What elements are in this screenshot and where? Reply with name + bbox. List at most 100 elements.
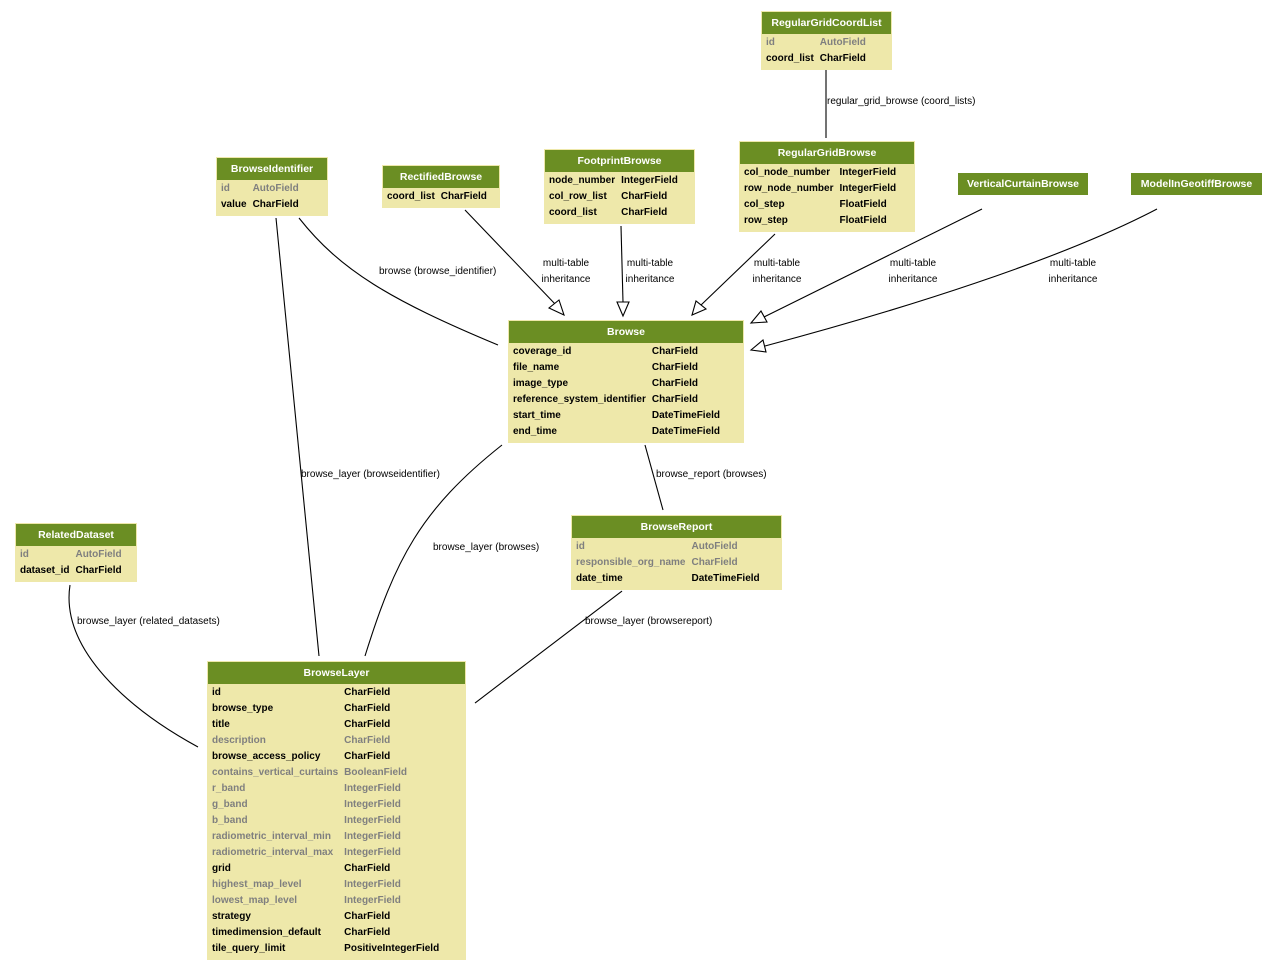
field-name: timedimension_default	[212, 927, 321, 938]
field-row: row_step FloatField	[742, 213, 898, 229]
field-row: title CharField	[210, 717, 441, 733]
field-table: id AutoField value CharField	[219, 181, 301, 213]
field-name: browse_type	[212, 703, 274, 714]
field-row: col_node_number IntegerField	[742, 165, 898, 181]
edge-label-browse-browse-identifier: browse (browse_identifier)	[379, 266, 497, 277]
field-name: highest_map_level	[212, 879, 302, 890]
model-title: BrowseLayer	[208, 662, 465, 684]
field-type: AutoField	[75, 549, 122, 560]
field-name: contains_vertical_curtains	[212, 767, 339, 778]
edge-label-line: multi-table	[1049, 258, 1097, 269]
field-name: start_time	[513, 410, 561, 421]
field-type: CharField	[651, 394, 698, 405]
model-title: BrowseReport	[572, 516, 781, 538]
field-name: lowest_map_level	[212, 895, 298, 906]
edge-browse-identifier-browse	[298, 217, 499, 346]
field-type: DateTimeField	[691, 573, 760, 584]
field-type: CharField	[621, 191, 668, 202]
field-type: PositiveIntegerField	[344, 943, 440, 954]
inheritance-arrow-modelingeotiff	[749, 339, 767, 353]
field-row: id AutoField	[764, 35, 868, 51]
edge-label-regular-grid-browse: regular_grid_browse (coord_lists)	[827, 96, 976, 107]
field-name: title	[212, 719, 230, 730]
edge-label-line: multi-table	[753, 258, 801, 269]
field-name: browse_access_policy	[212, 751, 321, 762]
edge-label-browse-layer-browseidentifier: browse_layer (browseidentifier)	[301, 469, 440, 480]
model-browse-layer[interactable]: BrowseLayer id CharField browse_type CharFie…	[207, 661, 466, 960]
model-title: ModelInGeotiffBrowse	[1131, 173, 1262, 195]
edge-label-line: multi-table	[889, 258, 937, 269]
field-row: id AutoField	[574, 539, 762, 555]
field-row: row_node_number IntegerField	[742, 181, 898, 197]
field-name: coord_list	[766, 53, 814, 64]
field-row: coord_list CharField	[547, 205, 680, 221]
model-browse-identifier[interactable]: BrowseIdentifier id AutoField value CharFiel…	[216, 157, 328, 216]
edge-label-line: multi-table	[542, 258, 590, 269]
field-name: col_node_number	[744, 167, 831, 178]
field-type: CharField	[344, 911, 391, 922]
field-name: grid	[212, 863, 231, 874]
field-name: image_type	[513, 378, 569, 389]
field-row: responsible_org_name CharField	[574, 555, 762, 571]
edge-label-line: inheritance	[752, 274, 802, 285]
field-type: CharField	[651, 362, 698, 373]
field-row: id AutoField	[18, 547, 124, 563]
field-name: id	[576, 541, 585, 552]
field-row: b_band IntegerField	[210, 813, 441, 829]
model-title: BrowseIdentifier	[217, 158, 327, 180]
field-name: tile_query_limit	[212, 943, 286, 954]
field-row: image_type CharField	[511, 376, 722, 392]
edge-label-line: multi-table	[626, 258, 674, 269]
edge-label-inheritance-footprint: multi-table inheritance	[620, 256, 680, 288]
field-name: date_time	[576, 573, 623, 584]
field-name: id	[766, 37, 775, 48]
model-browse[interactable]: Browse coverage_id CharField file_name CharF…	[508, 320, 744, 443]
edge-label-inheritance-regulargrid: multi-table inheritance	[747, 256, 807, 288]
field-type: CharField	[344, 703, 391, 714]
field-type: CharField	[344, 719, 391, 730]
field-row: browse_type CharField	[210, 701, 441, 717]
field-row: dataset_id CharField	[18, 563, 124, 579]
field-row: description CharField	[210, 733, 441, 749]
field-name: coord_list	[549, 207, 597, 218]
field-type: CharField	[344, 927, 391, 938]
field-type: IntegerField	[344, 847, 401, 858]
field-name: description	[212, 735, 266, 746]
model-rectified-browse[interactable]: RectifiedBrowse coord_list CharField	[382, 165, 500, 208]
field-type: CharField	[440, 191, 487, 202]
model-browse-report[interactable]: BrowseReport id AutoField responsible_org_n…	[571, 515, 782, 590]
field-name: id	[221, 183, 230, 194]
field-row: highest_map_level IntegerField	[210, 877, 441, 893]
model-footprint-browse[interactable]: FootprintBrowse node_number IntegerField co…	[544, 149, 695, 224]
field-table: coord_list CharField	[385, 189, 489, 205]
edge-label-inheritance-modelingeotiff: multi-table inheritance	[1043, 256, 1103, 288]
field-row: start_time DateTimeField	[511, 408, 722, 424]
field-type: CharField	[621, 207, 668, 218]
field-table: id AutoField responsible_org_name CharField…	[574, 539, 762, 587]
model-related-dataset[interactable]: RelatedDataset id AutoField dataset_id CharF…	[15, 523, 137, 582]
field-table: node_number IntegerField col_row_list CharF…	[547, 173, 680, 221]
field-type: AutoField	[252, 183, 299, 194]
edge-label-browse-report-browses: browse_report (browses)	[656, 469, 767, 480]
field-type: CharField	[819, 53, 866, 64]
field-type: CharField	[252, 199, 299, 210]
field-type: CharField	[75, 565, 122, 576]
field-name: value	[221, 199, 247, 210]
field-row: id CharField	[210, 685, 441, 701]
model-regular-grid-browse[interactable]: RegularGridBrowse col_node_number IntegerF…	[739, 141, 915, 232]
model-vertical-curtain-browse[interactable]: VerticalCurtainBrowse	[958, 173, 1088, 195]
model-title: RectifiedBrowse	[383, 166, 499, 188]
field-type: AutoField	[819, 37, 866, 48]
model-title: RegularGridCoordList	[762, 12, 891, 34]
field-name: b_band	[212, 815, 248, 826]
field-row: lowest_map_level IntegerField	[210, 893, 441, 909]
field-name: r_band	[212, 783, 246, 794]
model-regular-grid-coord-list[interactable]: RegularGridCoordList id AutoField coord_lis…	[761, 11, 892, 70]
field-type: IntegerField	[344, 879, 401, 890]
model-model-in-geotiff-browse[interactable]: ModelInGeotiffBrowse	[1131, 173, 1262, 195]
field-row: coord_list CharField	[385, 189, 489, 205]
inheritance-arrow-regulargrid	[691, 300, 708, 316]
field-name: row_step	[744, 215, 788, 226]
field-type: IntegerField	[839, 167, 897, 178]
field-name: dataset_id	[20, 565, 70, 576]
